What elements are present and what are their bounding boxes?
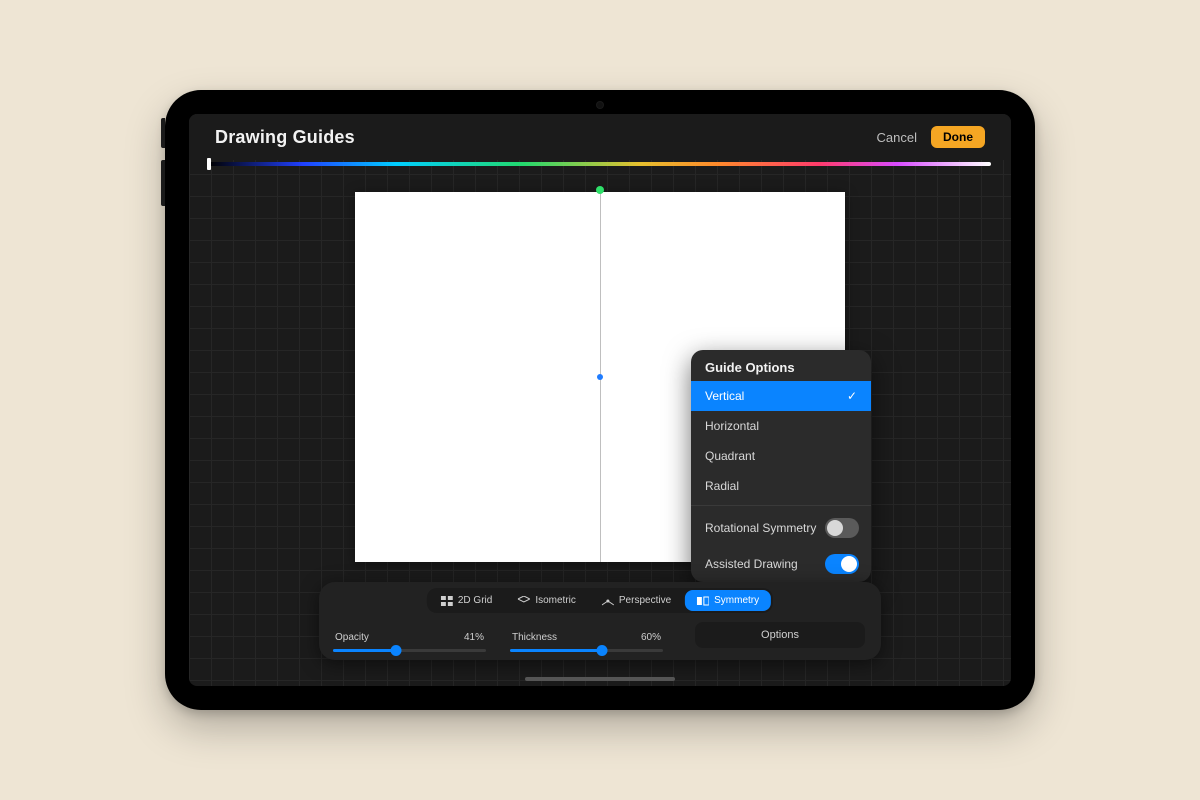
symmetry-type-quadrant[interactable]: Quadrant [691, 441, 871, 471]
tab-label: 2D Grid [458, 595, 492, 606]
toggle-label: Rotational Symmetry [705, 521, 816, 535]
opacity-slider-knob[interactable] [390, 645, 401, 656]
done-button[interactable]: Done [931, 126, 985, 148]
ipad-device-frame: ••• Drawing Guides Cancel Done Guide Opt… [165, 90, 1035, 710]
thickness-slider-block: Thickness 60% [510, 632, 663, 652]
popover-title: Guide Options [691, 350, 871, 381]
assisted-drawing-toggle[interactable] [825, 554, 859, 574]
page-title: Drawing Guides [215, 127, 355, 148]
toggle-label: Assisted Drawing [705, 557, 798, 571]
symmetry-type-label: Horizontal [705, 419, 759, 433]
bottom-toolbar: 2D Grid Isometric Perspective [319, 582, 881, 660]
opacity-slider-block: Opacity 41% [333, 632, 486, 652]
symmetry-type-horizontal[interactable]: Horizontal [691, 411, 871, 441]
isometric-icon [518, 596, 530, 606]
device-volume-button [161, 160, 165, 206]
header-bar: Drawing Guides Cancel Done [189, 114, 1011, 160]
grid-2d-icon [441, 596, 453, 606]
guide-options-popover: Guide Options Vertical ✓ Horizontal Quad… [691, 350, 871, 582]
assisted-drawing-row: Assisted Drawing [691, 546, 871, 582]
device-camera [597, 102, 603, 108]
app-screen: ••• Drawing Guides Cancel Done Guide Opt… [189, 114, 1011, 686]
guide-options-button[interactable]: Options [695, 622, 865, 648]
symmetry-type-label: Radial [705, 479, 739, 493]
slider-label: Thickness [512, 632, 557, 643]
opacity-slider[interactable] [333, 649, 486, 652]
slider-row: Opacity 41% Thickness 60% [333, 632, 663, 652]
thickness-slider[interactable] [510, 649, 663, 652]
tab-label: Isometric [535, 595, 576, 606]
home-indicator[interactable] [525, 677, 675, 681]
tab-perspective[interactable]: Perspective [590, 590, 683, 611]
symmetry-type-radial[interactable]: Radial [691, 471, 871, 501]
symmetry-center-handle[interactable] [597, 374, 603, 380]
symmetry-type-label: Vertical [705, 389, 744, 403]
thickness-slider-knob[interactable] [596, 645, 607, 656]
cancel-button[interactable]: Cancel [877, 130, 917, 145]
symmetry-type-label: Quadrant [705, 449, 755, 463]
tab-isometric[interactable]: Isometric [506, 590, 588, 611]
rotational-symmetry-row: Rotational Symmetry [691, 510, 871, 546]
tab-label: Perspective [619, 595, 671, 606]
checkmark-icon: ✓ [847, 389, 857, 403]
rotational-symmetry-toggle[interactable] [825, 518, 859, 538]
symmetry-type-vertical[interactable]: Vertical ✓ [691, 381, 871, 411]
hue-slider-knob[interactable] [207, 158, 211, 170]
device-power-button [161, 118, 165, 148]
slider-value: 60% [641, 632, 661, 643]
options-button-label: Options [761, 629, 799, 641]
symmetry-icon [697, 596, 709, 606]
symmetry-rotation-handle[interactable] [596, 186, 604, 194]
popover-separator [691, 505, 871, 506]
guide-type-segmented-control: 2D Grid Isometric Perspective [427, 588, 773, 613]
tab-label: Symmetry [714, 595, 759, 606]
tab-symmetry[interactable]: Symmetry [685, 590, 771, 611]
slider-label: Opacity [335, 632, 369, 643]
perspective-icon [602, 596, 614, 606]
tab-2d-grid[interactable]: 2D Grid [429, 590, 504, 611]
slider-value: 41% [464, 632, 484, 643]
guide-color-hue-slider[interactable] [209, 162, 991, 166]
